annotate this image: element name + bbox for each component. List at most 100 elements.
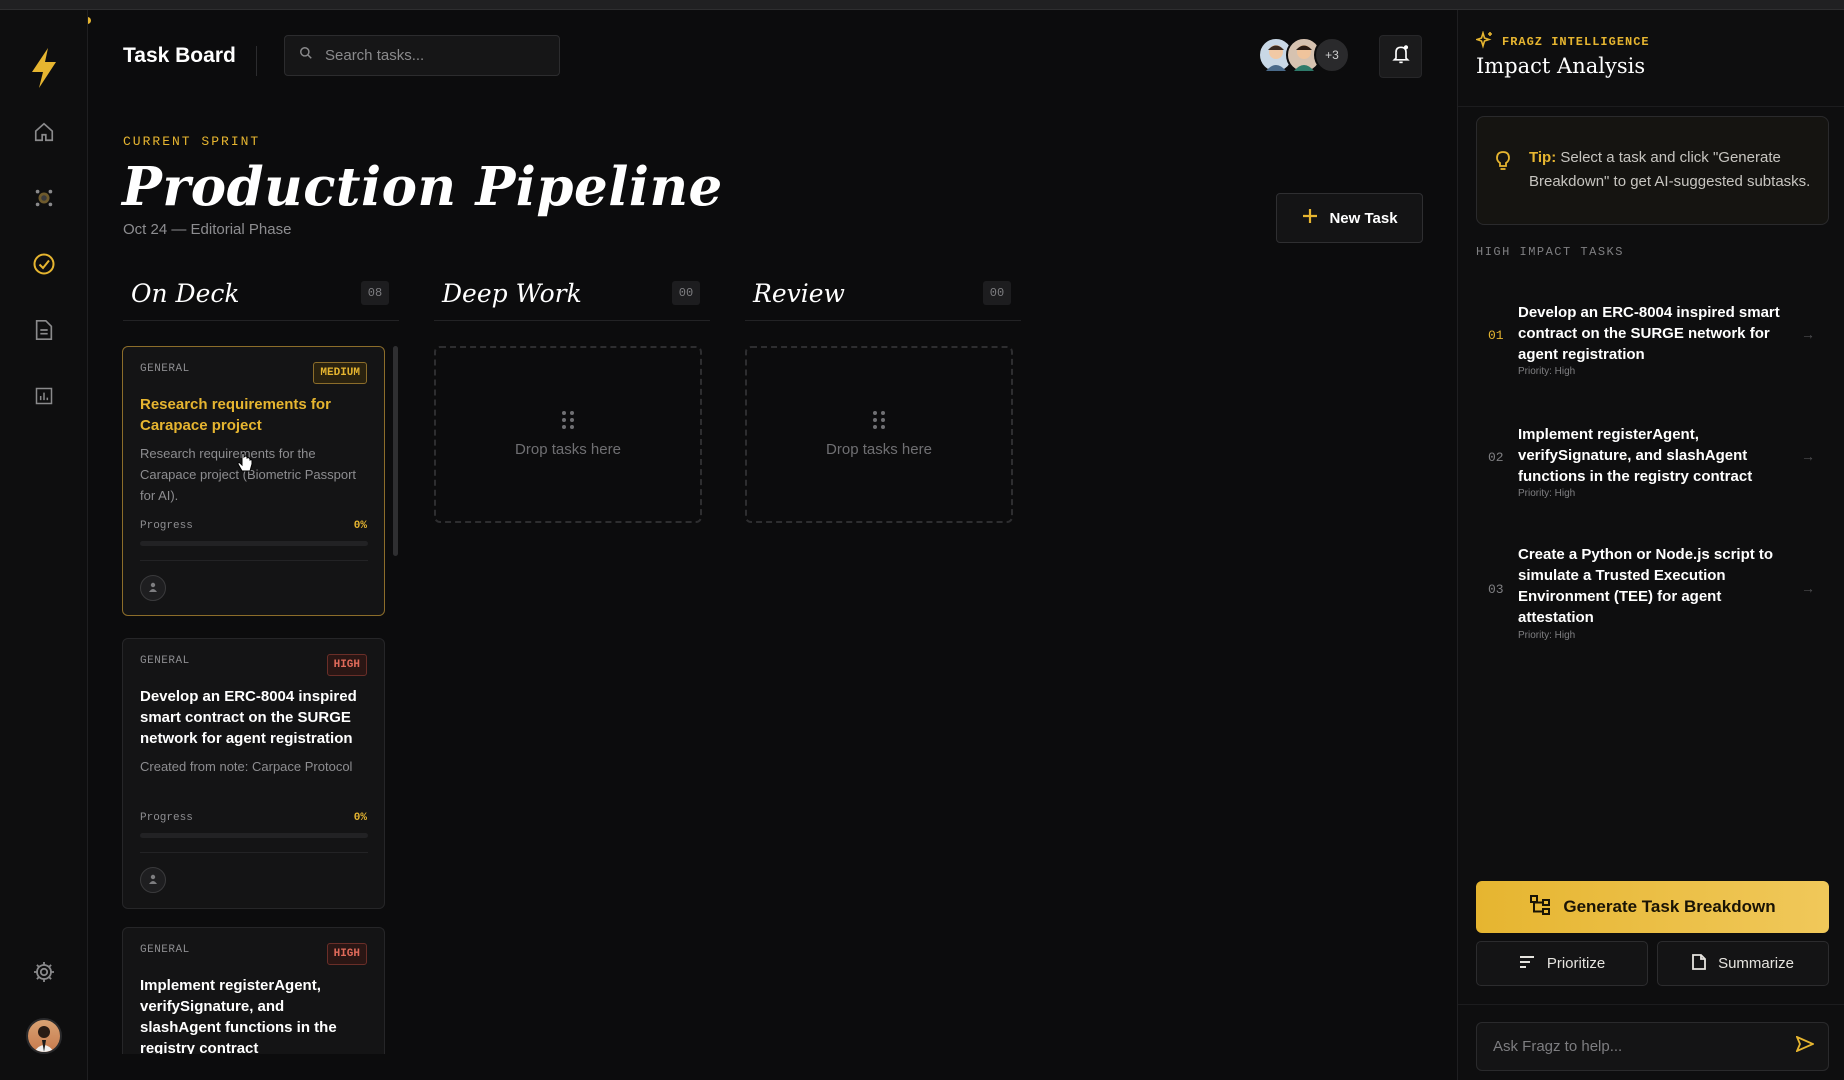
user-avatar[interactable] bbox=[26, 1018, 62, 1054]
priority-badge: HIGH bbox=[326, 943, 367, 965]
column-title: Deep Work bbox=[442, 279, 582, 308]
priority-badge: MEDIUM bbox=[313, 362, 367, 384]
panel-kicker-label: FRAGZ INTELLIGENCE bbox=[1502, 35, 1650, 49]
priority-badge: HIGH bbox=[326, 654, 367, 676]
page-title: Task Board bbox=[123, 44, 236, 67]
search-input[interactable] bbox=[325, 47, 545, 64]
impact-task-number: 03 bbox=[1488, 582, 1504, 597]
top-header: Task Board +3 bbox=[88, 10, 1458, 102]
card-category: GENERAL bbox=[140, 944, 190, 956]
impact-task-number: 01 bbox=[1488, 328, 1504, 343]
assignee-avatar[interactable] bbox=[140, 575, 166, 601]
summarize-button[interactable]: Summarize bbox=[1657, 941, 1829, 986]
bell-icon bbox=[1391, 43, 1411, 70]
progress-bar bbox=[140, 833, 368, 838]
board-subtitle: Oct 24 — Editorial Phase bbox=[123, 221, 292, 238]
user-icon bbox=[148, 871, 158, 889]
home-icon[interactable] bbox=[28, 116, 60, 148]
card-title: Develop an ERC-8004 inspired smart contr… bbox=[140, 688, 357, 747]
search-box[interactable] bbox=[284, 35, 560, 76]
impact-task-priority: Priority: High bbox=[1518, 488, 1576, 499]
impact-task-title: Create a Python or Node.js script to sim… bbox=[1518, 546, 1774, 626]
grip-icon bbox=[873, 411, 885, 429]
chart-icon[interactable] bbox=[28, 380, 60, 412]
progress-label: Progress bbox=[140, 812, 193, 824]
note-icon bbox=[1692, 953, 1706, 974]
card-divider bbox=[140, 560, 368, 561]
board-title: Production Pipeline bbox=[122, 156, 723, 218]
sort-icon bbox=[1519, 955, 1535, 973]
arrow-right-icon: → bbox=[1801, 326, 1815, 342]
drop-zone-label: Drop tasks here bbox=[515, 441, 621, 458]
progress-label: Progress bbox=[140, 520, 193, 532]
column-scrollbar[interactable] bbox=[393, 346, 398, 556]
ai-panel: FRAGZ INTELLIGENCE Impact Analysis Tip: … bbox=[1457, 10, 1844, 1080]
card-description: Created from note: Carpace Protocol bbox=[140, 759, 353, 774]
gear-icon[interactable] bbox=[28, 956, 60, 988]
impact-task-priority: Priority: High bbox=[1518, 630, 1576, 641]
card-title: Implement registerAgent, verifySignature… bbox=[140, 977, 337, 1054]
prioritize-button[interactable]: Prioritize bbox=[1476, 941, 1648, 986]
drop-zone-review[interactable]: Drop tasks here bbox=[745, 346, 1013, 523]
impact-task-number: 02 bbox=[1488, 450, 1504, 465]
impact-task-title: Develop an ERC-8004 inspired smart contr… bbox=[1518, 304, 1780, 363]
brain-icon[interactable] bbox=[28, 182, 60, 214]
grip-icon bbox=[562, 411, 574, 429]
section-heading: HIGH IMPACT TASKS bbox=[1476, 245, 1624, 259]
user-icon bbox=[148, 579, 158, 597]
ask-input[interactable] bbox=[1493, 1038, 1796, 1055]
column-title: On Deck bbox=[131, 279, 240, 308]
impact-task-title: Implement registerAgent, verifySignature… bbox=[1518, 426, 1753, 485]
header-divider bbox=[256, 46, 257, 76]
tip-label: Tip: bbox=[1529, 149, 1557, 166]
assignee-avatar[interactable] bbox=[140, 867, 166, 893]
task-card[interactable]: GENERAL HIGH Implement registerAgent, ve… bbox=[122, 927, 385, 1054]
sprint-eyebrow: CURRENT SPRINT bbox=[123, 134, 261, 149]
new-task-button[interactable]: New Task bbox=[1276, 193, 1423, 243]
generate-breakdown-label: Generate Task Breakdown bbox=[1563, 897, 1776, 916]
column-count: 08 bbox=[361, 281, 389, 305]
progress-value: 0% bbox=[353, 520, 367, 532]
generate-breakdown-button[interactable]: Generate Task Breakdown bbox=[1476, 881, 1829, 933]
arrow-right-icon: → bbox=[1801, 448, 1815, 464]
drop-zone-deep-work[interactable]: Drop tasks here bbox=[434, 346, 702, 523]
bolt-icon[interactable] bbox=[28, 46, 60, 90]
card-title: Research requirements for Carapace proje… bbox=[140, 396, 331, 434]
prioritize-label: Prioritize bbox=[1546, 955, 1606, 972]
card-divider bbox=[140, 852, 368, 853]
notifications-button[interactable] bbox=[1379, 35, 1422, 78]
mouse-cursor bbox=[236, 453, 254, 480]
card-description: Research requirements for the Carapace p… bbox=[140, 446, 357, 503]
search-icon bbox=[299, 46, 313, 65]
column-count: 00 bbox=[983, 281, 1011, 305]
drop-zone-label: Drop tasks here bbox=[826, 441, 932, 458]
tip-body: Select a task and click "Generate Breakd… bbox=[1529, 149, 1811, 190]
hierarchy-icon bbox=[1529, 894, 1551, 921]
progress-value: 0% bbox=[353, 812, 367, 824]
send-icon[interactable] bbox=[1795, 1035, 1816, 1057]
column-header-deep-work: Deep Work 00 bbox=[434, 275, 710, 321]
column-count: 00 bbox=[672, 281, 700, 305]
impact-task-item[interactable]: 01 Develop an ERC-8004 inspired smart co… bbox=[1476, 292, 1829, 388]
sparkle-icon bbox=[1474, 30, 1494, 53]
new-task-label: New Task bbox=[1329, 209, 1398, 227]
bulb-icon bbox=[1495, 150, 1511, 177]
progress-bar bbox=[140, 541, 368, 546]
document-icon[interactable] bbox=[28, 314, 60, 346]
task-card[interactable]: GENERAL HIGH Develop an ERC-8004 inspire… bbox=[122, 638, 385, 909]
task-card[interactable]: GENERAL MEDIUM Research requirements for… bbox=[122, 346, 385, 616]
impact-task-item[interactable]: 02 Implement registerAgent, verifySignat… bbox=[1476, 414, 1829, 510]
panel-divider bbox=[1458, 1004, 1844, 1005]
impact-task-priority: Priority: High bbox=[1518, 366, 1576, 377]
panel-divider bbox=[1458, 106, 1844, 107]
check-circle-icon[interactable] bbox=[28, 248, 60, 280]
panel-title: Impact Analysis bbox=[1476, 54, 1646, 78]
arrow-right-icon: → bbox=[1801, 580, 1815, 596]
card-category: GENERAL bbox=[140, 655, 190, 667]
more-collaborators-badge[interactable]: +3 bbox=[1314, 37, 1350, 73]
impact-task-item[interactable]: 03 Create a Python or Node.js script to … bbox=[1476, 536, 1829, 652]
window-title-bar bbox=[0, 0, 1844, 24]
column-header-on-deck: On Deck 08 bbox=[123, 275, 399, 321]
ask-box[interactable] bbox=[1476, 1022, 1829, 1071]
tip-box: Tip: Select a task and click "Generate B… bbox=[1476, 116, 1829, 225]
